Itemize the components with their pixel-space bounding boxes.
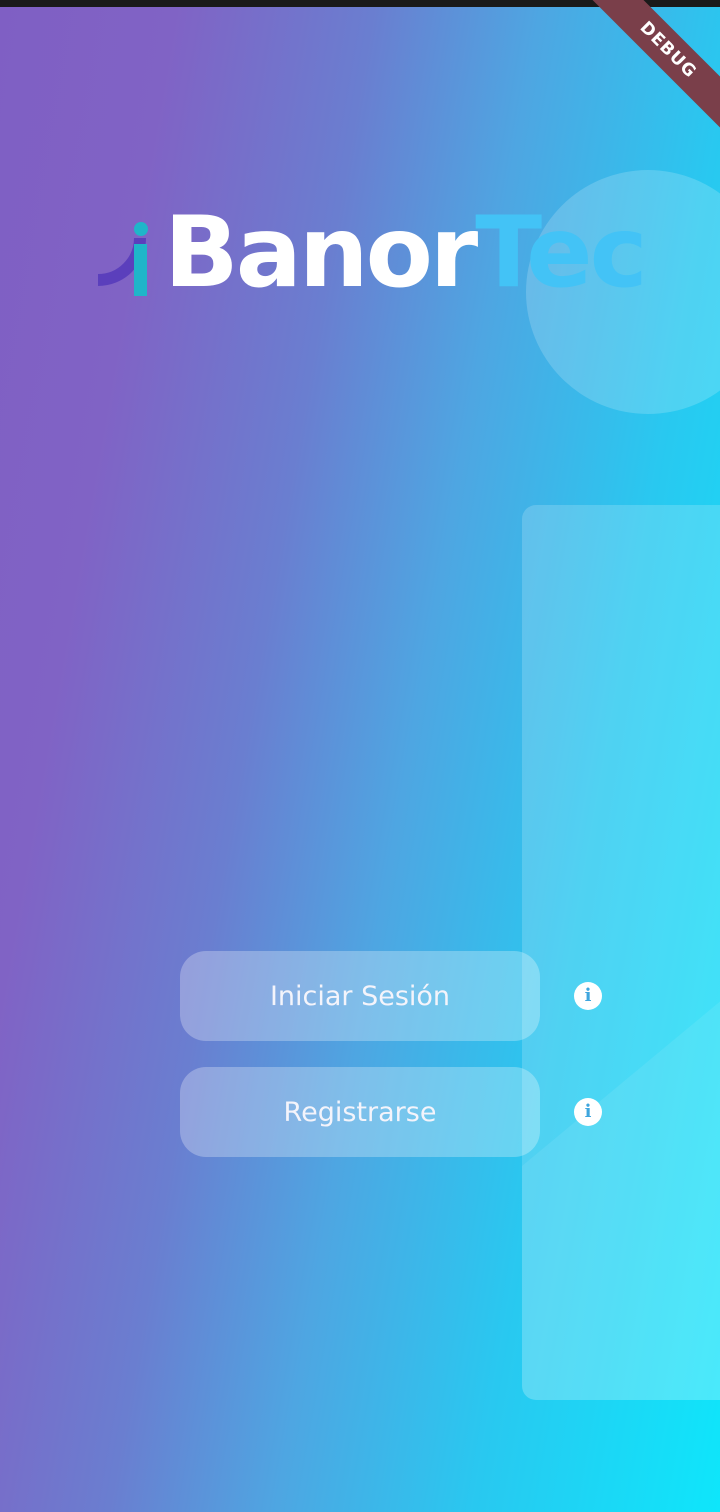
- register-button[interactable]: Registrarse: [180, 1067, 540, 1157]
- login-screen: BanorTec Iniciar Sesión i Registrarse i …: [0, 0, 720, 1512]
- login-info-icon[interactable]: i: [574, 982, 602, 1010]
- debug-banner: DEBUG: [577, 0, 720, 141]
- login-button[interactable]: Iniciar Sesión: [180, 951, 540, 1041]
- logo-mark-icon: [96, 198, 156, 308]
- app-logo: BanorTec: [96, 196, 648, 310]
- register-info-icon[interactable]: i: [574, 1098, 602, 1126]
- logo-wordmark: BanorTec: [164, 196, 648, 310]
- logo-text-secondary: Tec: [475, 196, 647, 310]
- logo-text-primary: Banor: [164, 196, 478, 310]
